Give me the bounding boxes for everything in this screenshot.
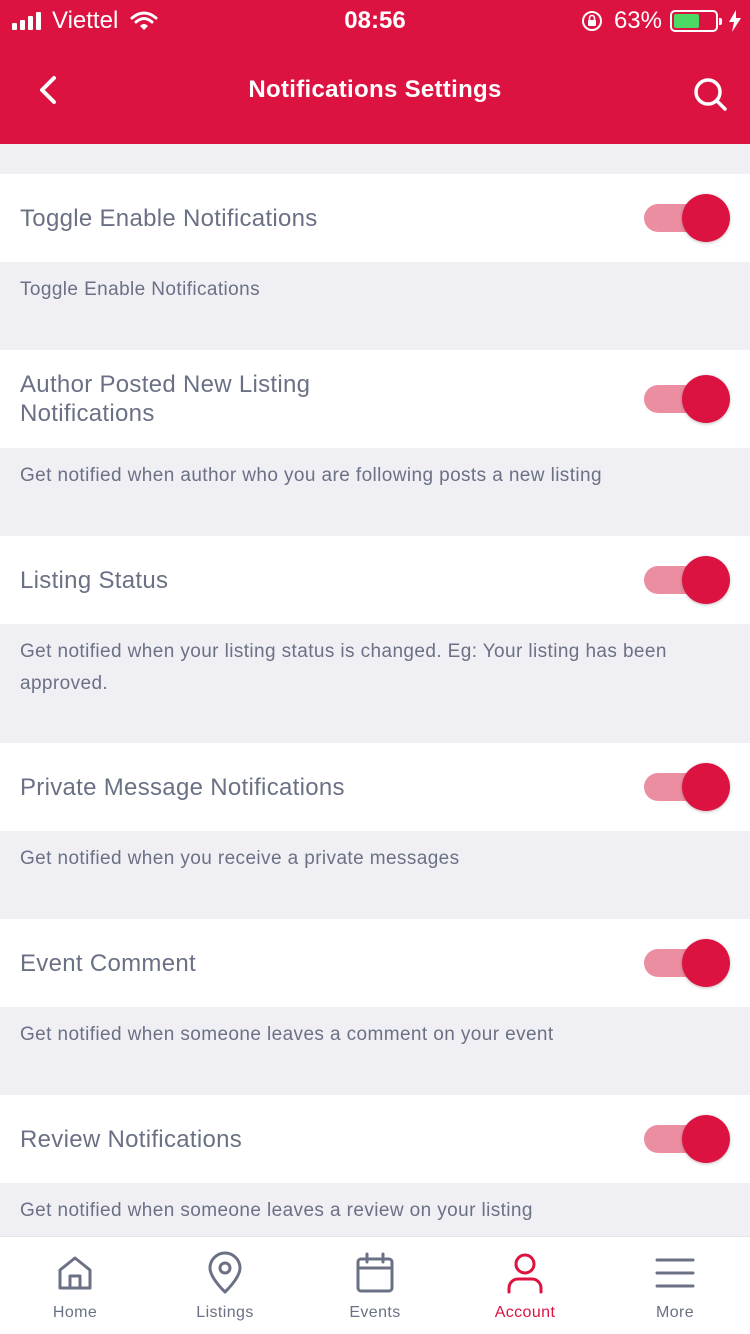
tab-label: Events (349, 1304, 401, 1321)
toggle-switch[interactable] (644, 939, 730, 987)
setting-row[interactable]: Review Notifications (0, 1095, 750, 1183)
setting-private-message-notifications: Private Message Notifications Get notifi… (0, 743, 750, 875)
setting-row[interactable]: Private Message Notifications (0, 743, 750, 831)
setting-row[interactable]: Toggle Enable Notifications (0, 174, 750, 262)
setting-row[interactable]: Event Comment (0, 919, 750, 1007)
toggle-switch[interactable] (644, 194, 730, 242)
battery-icon (670, 10, 722, 32)
status-bar: Viettel 08:56 63% (0, 0, 750, 42)
bottom-tab-bar: Home Listings Events Account More (0, 1236, 750, 1334)
search-button[interactable] (686, 70, 734, 118)
setting-author-posted-new-listing: Author Posted New Listing Notifications … (0, 350, 750, 492)
location-pin-icon (208, 1251, 242, 1294)
toggle-switch[interactable] (644, 556, 730, 604)
charging-bolt-icon (729, 10, 741, 32)
setting-description: Toggle Enable Notifications (20, 279, 260, 300)
tab-events[interactable]: Events (300, 1237, 450, 1334)
page-title: Notifications Settings (248, 76, 502, 103)
battery-percent: 63% (613, 7, 662, 34)
menu-icon (655, 1258, 695, 1288)
nav-bar: Notifications Settings (0, 42, 750, 142)
calendar-icon (356, 1252, 394, 1293)
setting-row[interactable]: Author Posted New Listing Notifications (0, 350, 750, 448)
setting-description: Get notified when your listing status is… (20, 641, 667, 694)
tab-more[interactable]: More (600, 1237, 750, 1334)
tab-label: Home (52, 1304, 98, 1321)
tab-label: More (655, 1304, 695, 1321)
setting-listing-status: Listing Status Get notified when your li… (0, 536, 750, 700)
settings-list[interactable]: Toggle Enable Notifications Toggle Enabl… (0, 144, 750, 1236)
tab-label: Listings (196, 1304, 254, 1321)
user-icon (507, 1253, 543, 1294)
setting-row[interactable]: Listing Status (0, 536, 750, 624)
setting-description: Get notified when author who you are fol… (20, 465, 602, 486)
search-icon (694, 78, 727, 111)
toggle-switch[interactable] (644, 763, 730, 811)
setting-description: Get notified when someone leaves a revie… (20, 1200, 533, 1221)
setting-title: Review Notifications (20, 1125, 243, 1153)
tab-account[interactable]: Account (450, 1237, 600, 1334)
setting-title: Private Message Notifications (20, 773, 345, 801)
setting-title: Toggle Enable Notifications (20, 204, 318, 232)
setting-description: Get notified when someone leaves a comme… (20, 1024, 554, 1045)
setting-toggle-enable-notifications: Toggle Enable Notifications Toggle Enabl… (0, 174, 750, 306)
setting-title: Author Posted New Listing Notifications (20, 371, 311, 427)
setting-event-comment: Event Comment Get notified when someone … (0, 919, 750, 1051)
tab-label: Account (494, 1304, 556, 1321)
app-header: Viettel 08:56 63% Notifications Settings (0, 0, 750, 144)
toggle-switch[interactable] (644, 375, 730, 423)
orientation-lock-icon (581, 11, 602, 31)
setting-title: Event Comment (20, 949, 196, 977)
tab-listings[interactable]: Listings (150, 1237, 300, 1334)
setting-description: Get notified when you receive a private … (20, 848, 460, 869)
home-icon (58, 1256, 92, 1290)
toggle-switch[interactable] (644, 1115, 730, 1163)
tab-home[interactable]: Home (0, 1237, 150, 1334)
setting-title: Listing Status (20, 566, 169, 594)
setting-review-notifications: Review Notifications Get notified when s… (0, 1095, 750, 1227)
